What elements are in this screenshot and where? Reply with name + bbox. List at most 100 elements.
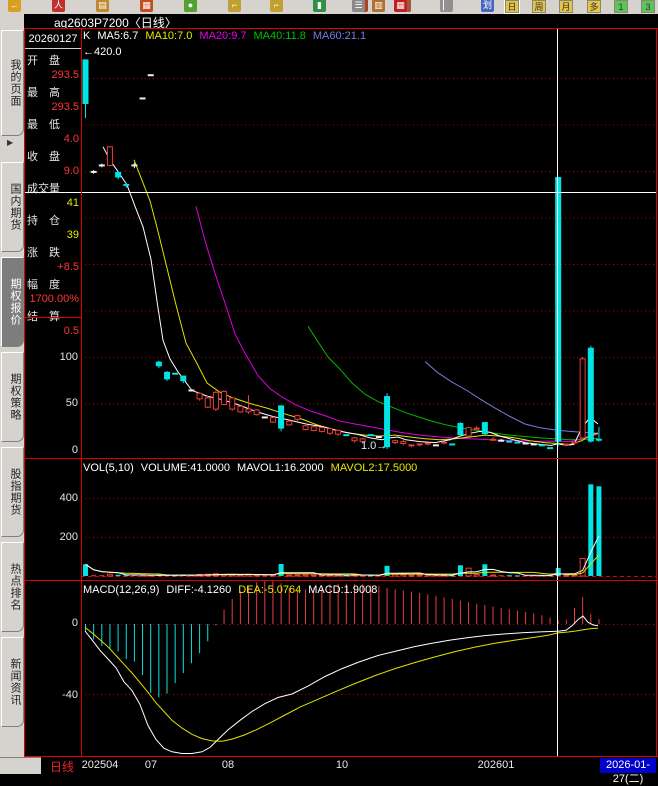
indicator-value: VOLUME:41.0000 (141, 462, 230, 474)
border-right (656, 28, 657, 757)
y-axis-tick: 50 (25, 397, 78, 409)
cursor-date-box: 2026-01-27(二) (599, 757, 657, 774)
quote-label: 最 低 (27, 116, 79, 132)
quote-row: 收 盘9.0 (25, 148, 81, 177)
draw-icon[interactable]: 划 (481, 0, 494, 12)
indicator-value: MACD(12,26,9) (83, 584, 159, 596)
divider-vol-macd (24, 580, 658, 581)
price-annotation: ←420.0 (83, 46, 122, 58)
calculator-icon[interactable]: ▦ (140, 0, 153, 12)
indicator-value: DEA:-5.0764 (238, 584, 301, 596)
divider-data-panel (81, 28, 82, 757)
quote-data-panel: 20260127 开 盘293.5最 高293.5最 低4.0收 盘9.0成交量… (25, 29, 81, 318)
quote-label: 持 仓 (27, 212, 79, 228)
indicator-value: MAVOL2:17.5000 (331, 462, 418, 474)
sidebar-tab-新闻资讯[interactable]: 新闻资讯 (1, 637, 24, 727)
indicator-value: DIFF:-4.1260 (166, 584, 231, 596)
folder-icon[interactable]: ▤ (96, 0, 109, 12)
left-sidebar: 我的页面 ▶ 国内期货期权报价期权策略股指期货热点排名新闻资讯 (0, 14, 24, 773)
x-axis-label: 08 (222, 759, 234, 771)
title-bar: ag2603P7200〈日线〉 (24, 14, 658, 28)
border-top (24, 28, 658, 29)
indicator-value: MA20:9.7 (199, 30, 246, 42)
y-axis-tick: 400 (25, 492, 78, 504)
quote-value: 9.0 (27, 165, 79, 177)
period-button-日[interactable]: 日 (505, 0, 519, 13)
status-bar: 日线 202504 07 08 10 202601 2026-01-27(二) (0, 757, 658, 773)
ruler-icon[interactable]: ▏ (440, 0, 453, 12)
key2-icon[interactable]: ⌐ (270, 0, 283, 12)
chart-icon[interactable]: ▥ (372, 0, 385, 12)
status-corner (0, 757, 41, 774)
key-icon[interactable]: ⌐ (228, 0, 241, 12)
vol-panel-header: VOL(5,10) VOLUME:41.0000 MAVOL1:16.2000 MAV… (83, 462, 424, 474)
main-toolbar: ←人▤▦●⌐⌐▮✎◗▏划☰▥▦日周月多13 (0, 0, 658, 15)
user-icon[interactable]: 人 (52, 0, 65, 12)
quote-row: 开 盘293.5 (25, 52, 81, 81)
x-axis-label: 202504 (82, 759, 119, 771)
indicator-value: K (83, 30, 90, 42)
quote-value: 41 (27, 197, 79, 209)
quote-label: 最 高 (27, 84, 79, 100)
x-axis-label: 202601 (478, 759, 515, 771)
quote-value: 293.5 (27, 69, 79, 81)
border-left (24, 28, 25, 757)
quote-row: 幅 度1700.00% (25, 276, 81, 305)
quote-row: 最 高293.5 (25, 84, 81, 113)
back-icon[interactable]: ← (8, 0, 21, 12)
period-button-周[interactable]: 周 (532, 0, 546, 13)
quote-date: 20260127 (25, 29, 81, 49)
sidebar-tab-我的页面[interactable]: 我的页面 (1, 30, 24, 136)
quote-value: 4.0 (27, 133, 79, 145)
k-panel-header: K MA5:6.7 MA10:7.0 MA20:9.7 MA40:11.8 MA60:21… (83, 30, 373, 42)
macd-panel-header: MACD(12,26,9) DIFF:-4.1260 DEA:-5.0764 MACD… (83, 584, 384, 596)
y-axis-tick: 0 (25, 617, 78, 629)
apple-icon[interactable]: ● (184, 0, 197, 12)
quote-label: 收 盘 (27, 148, 79, 164)
quote-value: +8.5 (27, 261, 79, 273)
indicator-value: MA10:7.0 (145, 30, 192, 42)
period-button-月[interactable]: 月 (559, 0, 573, 13)
sidebar-expand-icon[interactable]: ▶ (7, 138, 13, 147)
quote-row: 最 低4.0 (25, 116, 81, 145)
indicator-value: VOL(5,10) (83, 462, 134, 474)
chart-canvas[interactable] (24, 28, 658, 757)
quote-value: 1700.00% (27, 293, 79, 305)
period-button-3[interactable]: 3 (641, 0, 655, 13)
sidebar-tab-期权报价[interactable]: 期权报价 (1, 257, 24, 347)
quote-label: 成交量 (27, 180, 79, 196)
block-icon[interactable]: ▮ (313, 0, 326, 12)
x-axis-label: 10 (336, 759, 348, 771)
indicator-value: MA5:6.7 (97, 30, 138, 42)
grid-icon[interactable]: ▦ (394, 0, 407, 12)
quote-row: 涨 跌+8.5 (25, 244, 81, 273)
sidebar-tab-国内期货[interactable]: 国内期货 (1, 162, 24, 252)
y-axis-tick: -40 (25, 689, 78, 701)
period-label: 日线 (50, 758, 74, 775)
period-button-多[interactable]: 多 (587, 0, 601, 13)
indicator-value: MA40:11.8 (254, 30, 306, 42)
sidebar-tab-股指期货[interactable]: 股指期货 (1, 447, 24, 537)
price-annotation: 1.0→ (361, 440, 387, 452)
y-axis-tick: 0 (25, 444, 78, 456)
quote-value: 0.5 (27, 325, 79, 337)
quote-value: 39 (27, 229, 79, 241)
quote-row: 成交量41 (25, 180, 81, 209)
indicator-value: MAVOL1:16.2000 (237, 462, 324, 474)
y-axis-tick: 200 (25, 531, 78, 543)
period-button-1[interactable]: 1 (614, 0, 628, 13)
quote-label: 幅 度 (27, 276, 79, 292)
list-icon[interactable]: ☰ (352, 0, 365, 12)
quote-label: 结 算 (27, 308, 79, 324)
chart-area[interactable]: 20260127 开 盘293.5最 高293.5最 低4.0收 盘9.0成交量… (24, 28, 658, 757)
divider-k-vol (24, 458, 658, 459)
indicator-value: MA60:21.1 (313, 30, 366, 42)
x-axis-label: 07 (145, 759, 157, 771)
quote-row: 结 算0.5 (25, 308, 81, 337)
quote-row: 持 仓39 (25, 212, 81, 241)
y-axis-tick: 100 (25, 351, 78, 363)
sidebar-tab-期权策略[interactable]: 期权策略 (1, 352, 24, 442)
indicator-value: MACD:1.9008 (308, 584, 377, 596)
quote-label: 涨 跌 (27, 244, 79, 260)
sidebar-tab-热点排名[interactable]: 热点排名 (1, 542, 24, 632)
